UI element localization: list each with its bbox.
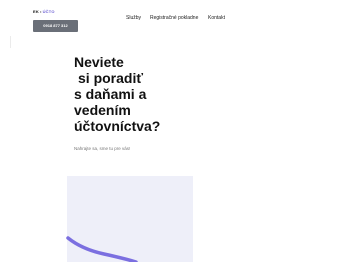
decorative-wave bbox=[66, 236, 138, 262]
